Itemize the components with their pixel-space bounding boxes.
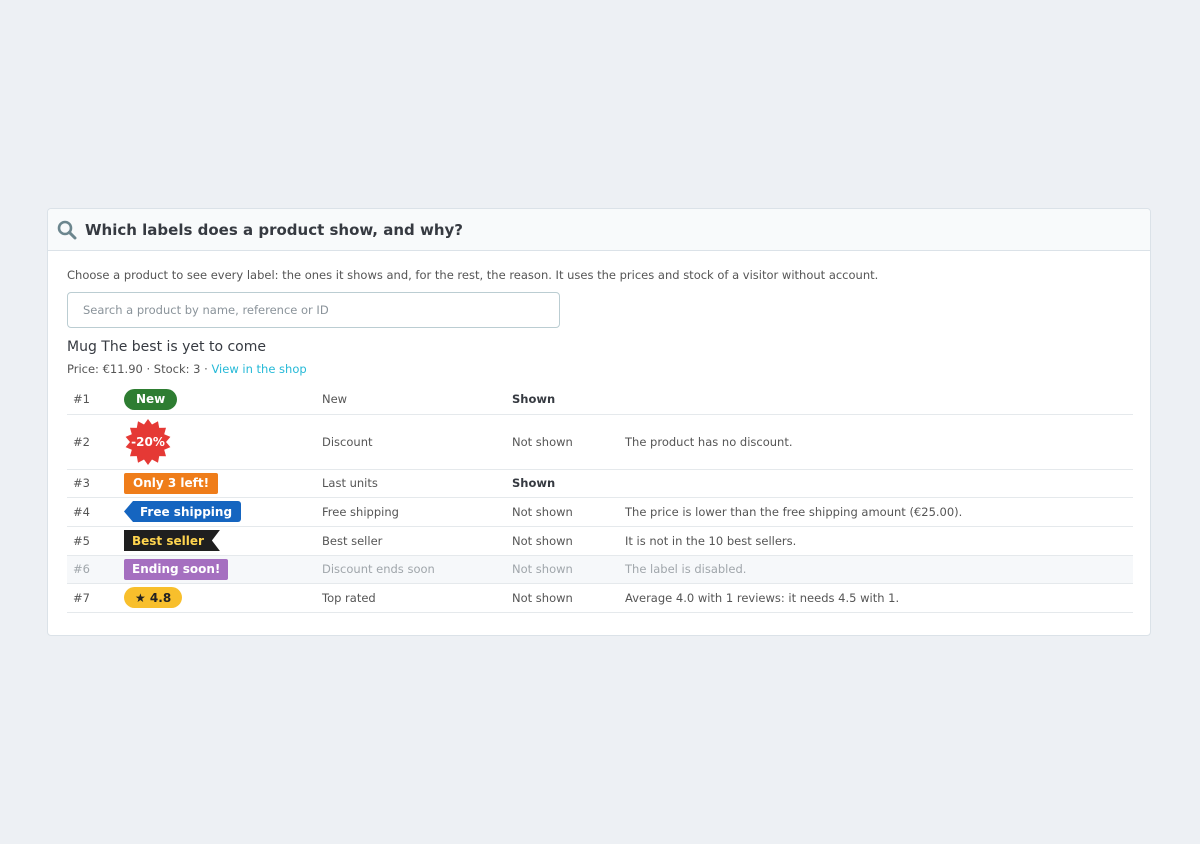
label-status: Not shown (512, 555, 625, 584)
free-shipping-badge: Free shipping (124, 501, 242, 522)
price-stock-text: Price: €11.90 · Stock: 3 · (67, 362, 212, 376)
table-row: #3 Only 3 left! Last units Shown (67, 469, 1133, 498)
product-meta: Price: €11.90 · Stock: 3 · View in the s… (67, 361, 1131, 377)
label-type: Top rated (322, 583, 512, 613)
label-number: #3 (67, 469, 124, 498)
label-status: Shown (512, 469, 625, 498)
label-type: Last units (322, 469, 512, 498)
label-status: Not shown (512, 497, 625, 527)
label-reason (625, 469, 1133, 498)
ending-soon-badge: Ending soon! (124, 558, 229, 580)
table-row: #1 New New Shown (67, 385, 1133, 415)
search-icon (57, 220, 77, 240)
discount-badge: -20% (124, 418, 172, 466)
view-in-shop-link[interactable]: View in the shop (211, 362, 306, 376)
label-reason: The product has no discount. (625, 414, 1133, 470)
label-number: #1 (67, 385, 124, 415)
label-type: Best seller (322, 526, 512, 556)
label-status: Not shown (512, 583, 625, 613)
last-units-badge: Only 3 left! (124, 472, 219, 494)
label-number: #5 (67, 526, 124, 556)
label-status: Not shown (512, 414, 625, 470)
label-type: Free shipping (322, 497, 512, 527)
label-reason (625, 385, 1133, 415)
label-status: Shown (512, 385, 625, 415)
label-number: #4 (67, 497, 124, 527)
best-seller-badge: Best seller (124, 530, 220, 551)
label-reason: The price is lower than the free shippin… (625, 497, 1133, 527)
label-reason: It is not in the 10 best sellers. (625, 526, 1133, 556)
panel-title: Which labels does a product show, and wh… (85, 220, 463, 239)
label-type: New (322, 385, 512, 415)
label-number: #7 (67, 583, 124, 613)
table-row: #4 Free shipping Free shipping Not shown… (67, 497, 1133, 527)
intro-text: Choose a product to see every label: the… (67, 268, 879, 282)
label-status: Not shown (512, 526, 625, 556)
new-badge: New (124, 388, 178, 410)
labels-panel: Which labels does a product show, and wh… (47, 208, 1151, 636)
label-type: Discount (322, 414, 512, 470)
product-name: Mug The best is yet to come (67, 339, 267, 355)
labels-table: #1 New New Shown #2 -20% Discount Not sh… (67, 385, 1133, 613)
label-number: #6 (67, 555, 124, 584)
table-row: #6 Ending soon! Discount ends soon Not s… (67, 555, 1133, 584)
table-row: #2 -20% Discount Not shown The product h… (67, 414, 1133, 470)
product-search-input[interactable] (67, 292, 560, 328)
label-number: #2 (67, 414, 124, 470)
label-type: Discount ends soon (322, 555, 512, 584)
panel-header: Which labels does a product show, and wh… (48, 209, 1150, 251)
panel-body: Choose a product to see every label: the… (48, 251, 1150, 613)
label-reason: Average 4.0 with 1 reviews: it needs 4.5… (625, 583, 1133, 613)
label-reason: The label is disabled. (625, 555, 1133, 584)
table-row: #7 ★ 4.8 Top rated Not shown Average 4.0… (67, 583, 1133, 613)
table-row: #5 Best seller Best seller Not shown It … (67, 526, 1133, 556)
top-rated-badge: ★ 4.8 (124, 587, 183, 608)
